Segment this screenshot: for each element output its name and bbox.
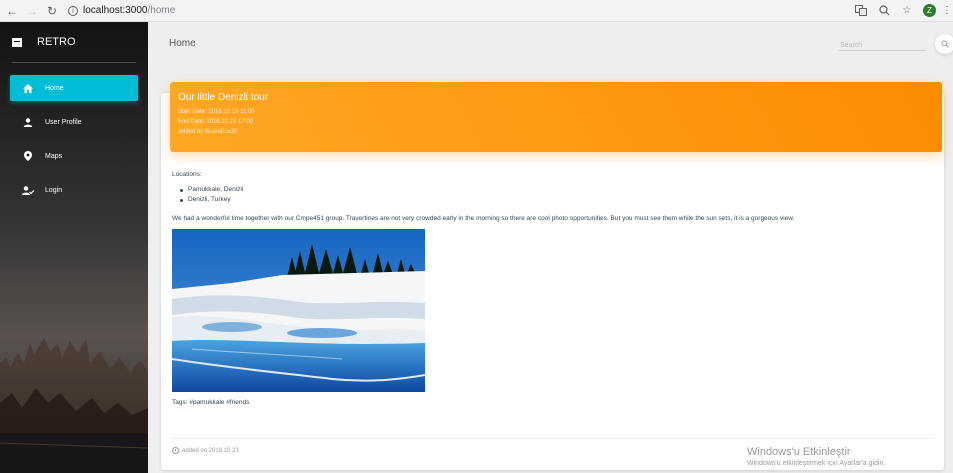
url-host: localhost:3000 [83, 5, 148, 16]
clock-icon [172, 447, 179, 454]
search-icon [941, 40, 949, 48]
browser-toolbar: ← → ↻ i localhost:3000/home ☆ Z ⋮ [0, 0, 953, 22]
sidebar-item-login[interactable]: Login [10, 177, 138, 203]
home-icon [22, 82, 34, 94]
post-card: Our little Denizli tour Start Date: 2018… [161, 82, 944, 470]
reload-icon[interactable]: ↻ [44, 3, 60, 19]
post-added-on: added on 2018.10.23 [182, 447, 239, 454]
sidebar-menu: Home User Profile Maps Login [0, 75, 148, 203]
post-photo [172, 229, 425, 392]
post-author: Added by BusraEce20 [178, 129, 238, 135]
brand[interactable]: RETRO [0, 22, 148, 62]
post-description: We had a wonderful time together with ou… [172, 215, 795, 222]
brand-name: RETRO [37, 36, 76, 48]
bookmark-star-icon[interactable]: ☆ [900, 3, 914, 17]
zoom-icon[interactable] [877, 3, 891, 17]
location-pin-icon [22, 150, 34, 162]
sidebar-item-user-profile[interactable]: User Profile [10, 109, 138, 135]
sidebar-item-label: Maps [45, 152, 63, 160]
post-card-header: Our little Denizli tour Start Date: 2018… [170, 82, 942, 152]
watermark-subtitle: Windows'u etkinleştirmek için Ayarlar'a … [747, 460, 886, 467]
location-item: Denizli, Turkey [180, 195, 932, 205]
address-bar[interactable]: i localhost:3000/home [68, 5, 175, 16]
profile-avatar[interactable]: Z [923, 3, 936, 17]
post-start-date: Start Date: 2018.10.19 11:00 [178, 109, 255, 115]
sidebar: RETRO Home User Profile Maps Login [0, 22, 148, 473]
forward-arrow-icon[interactable]: → [24, 3, 40, 19]
search-field[interactable] [838, 34, 926, 54]
windows-activation-watermark: Windows'u Etkinleştir Windows'u etkinleş… [747, 446, 885, 467]
post-body: Locations: Pamukkale, Denizli Denizli, T… [172, 171, 932, 406]
search-button[interactable] [935, 34, 953, 54]
post-tags: Tags: #pamukkale #friends [172, 399, 250, 406]
search-input[interactable] [838, 37, 926, 54]
sidebar-background-image [0, 338, 148, 473]
sidebar-item-home[interactable]: Home [10, 75, 138, 101]
watermark-title: Windows'u Etkinleştir [747, 446, 851, 458]
sidebar-item-label: Home [45, 84, 64, 92]
person-check-icon [22, 184, 34, 196]
sidebar-item-label: User Profile [45, 118, 82, 126]
menu-dots-icon[interactable]: ⋮ [942, 3, 952, 17]
sidebar-divider [12, 62, 136, 63]
locations-label: Locations: [172, 171, 202, 178]
sidebar-item-label: Login [45, 186, 63, 194]
url-path: /home [147, 5, 176, 16]
page-title: Home [169, 38, 196, 49]
archive-icon [12, 37, 22, 47]
top-navbar: Home [148, 22, 953, 66]
info-icon[interactable]: i [68, 5, 78, 16]
post-title[interactable]: Our little Denizli tour [178, 92, 934, 103]
person-icon [22, 116, 34, 128]
location-item: Pamukkale, Denizli [180, 185, 932, 195]
post-end-date: End Date: 2018.10.19 17:00 [178, 119, 254, 125]
translate-icon[interactable] [854, 3, 868, 17]
locations-list: Pamukkale, Denizli Denizli, Turkey [180, 185, 932, 205]
back-arrow-icon[interactable]: ← [4, 3, 20, 19]
sidebar-item-maps[interactable]: Maps [10, 143, 138, 169]
main-panel: Home Our little Denizli tour Start Date:… [148, 22, 953, 473]
